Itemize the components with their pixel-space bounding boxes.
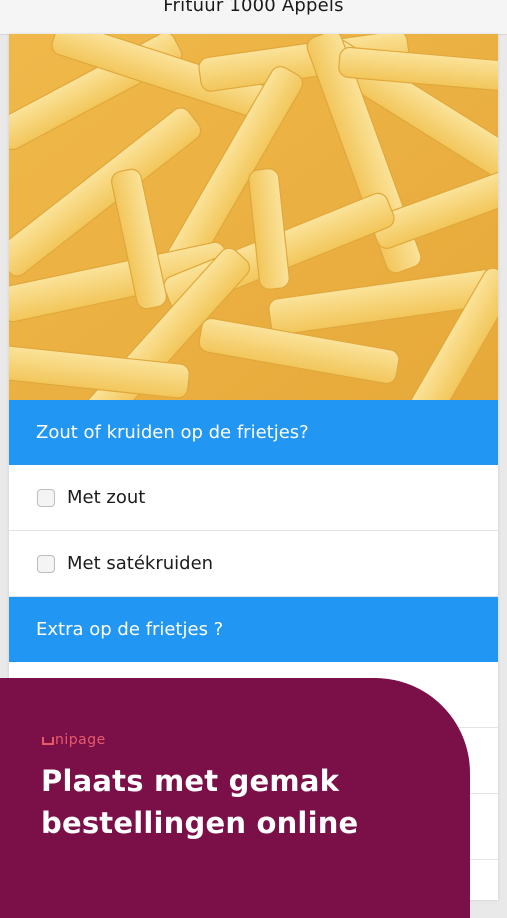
logo-text: nipage [55, 732, 106, 748]
section-title: Extra op de frietjes ? [36, 619, 224, 640]
promo-headline-line2: bestellingen online [41, 806, 359, 840]
option-met-satekruiden[interactable]: Met satékruiden [9, 531, 498, 597]
option-label: Met zout [67, 487, 146, 508]
promo-headline-line1: Plaats met gemak [41, 764, 340, 798]
section-header-extras: Extra op de frietjes ? [9, 597, 498, 662]
checkbox[interactable] [37, 488, 55, 507]
window-title-bar: Frituur 1000 Appels [0, 0, 507, 35]
checkbox[interactable] [37, 554, 55, 573]
product-image [9, 34, 498, 400]
unipage-logo: nipage [42, 732, 106, 748]
section-title: Zout of kruiden op de frietjes? [36, 422, 309, 443]
option-met-zout[interactable]: Met zout [9, 465, 498, 531]
section-header-salt-or-spices: Zout of kruiden op de frietjes? [9, 400, 498, 465]
fries-photo-icon [9, 34, 498, 400]
promo-banner[interactable]: nipage Plaats met gemak bestellingen onl… [0, 678, 470, 918]
logo-mark-icon [42, 737, 54, 745]
option-label: Met satékruiden [67, 553, 214, 574]
window-title: Frituur 1000 Appels [163, 0, 344, 16]
